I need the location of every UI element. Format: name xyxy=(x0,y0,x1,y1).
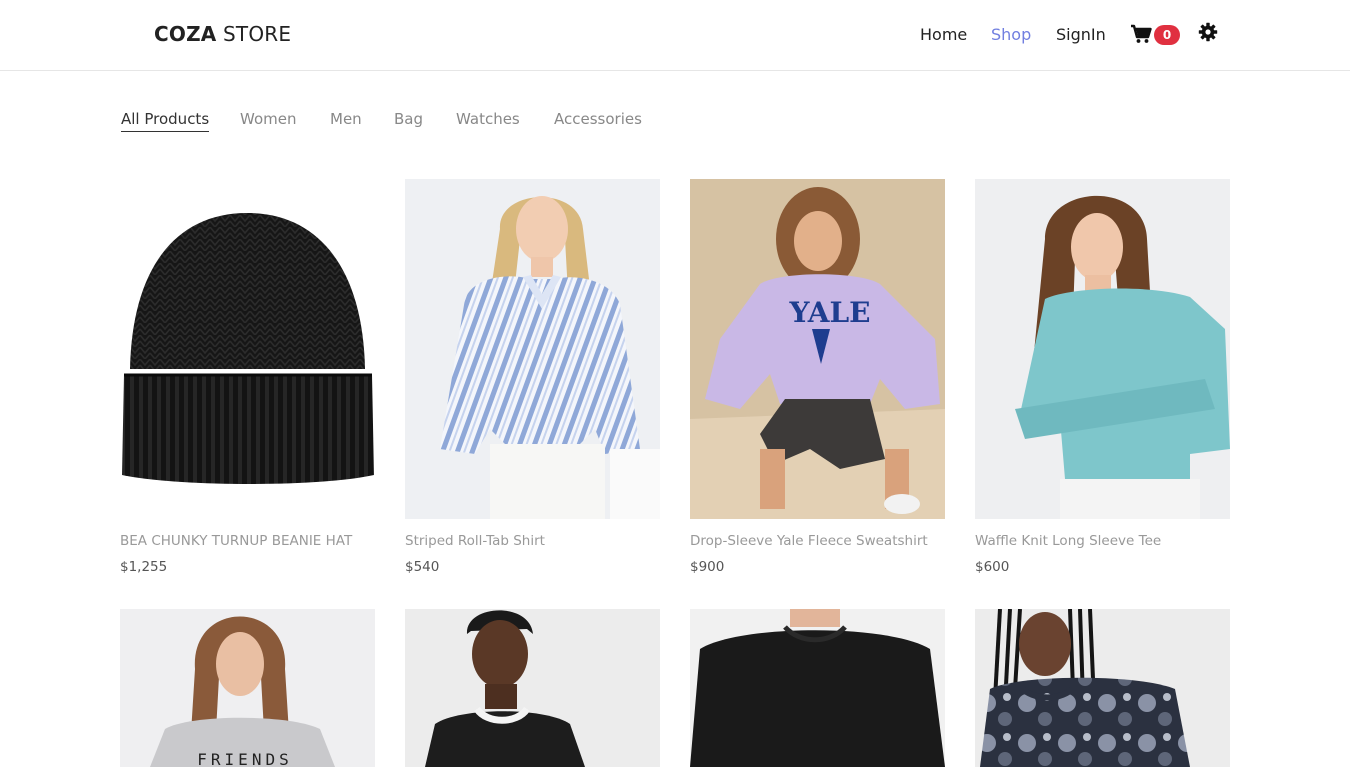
logo-bold-text: COZA xyxy=(154,22,217,46)
cart-button[interactable]: 0 xyxy=(1130,22,1182,48)
product-price: $1,255 xyxy=(120,559,168,575)
product-card[interactable]: FRIENDS xyxy=(120,609,375,767)
product-image-friends-sweatshirt[interactable]: FRIENDS xyxy=(120,609,375,767)
product-card[interactable] xyxy=(405,609,660,767)
nav-signin-link[interactable]: SignIn xyxy=(1056,25,1106,44)
product-card[interactable]: Waffle Knit Long Sleeve Tee $600 xyxy=(975,179,1230,575)
nav-home-link[interactable]: Home xyxy=(920,25,967,44)
product-card[interactable]: Striped Roll-Tab Shirt $540 xyxy=(405,179,660,575)
product-card[interactable] xyxy=(975,609,1230,767)
product-image-black-long-sleeve[interactable] xyxy=(690,609,945,767)
product-image-tie-dye-tee[interactable] xyxy=(975,609,1230,767)
logo-light-text: STORE xyxy=(216,22,292,46)
gear-icon xyxy=(1198,22,1218,42)
nav-shop-link[interactable]: Shop xyxy=(991,25,1031,44)
filter-tab-accessories[interactable]: Accessories xyxy=(554,110,642,131)
product-card[interactable]: BEA CHUNKY TURNUP BEANIE HAT $1,255 xyxy=(120,179,375,575)
top-header: COZA STORE Home Shop SignIn 0 xyxy=(0,0,1350,71)
filter-tab-women[interactable]: Women xyxy=(240,110,296,131)
product-card[interactable] xyxy=(690,609,945,767)
product-image-striped-shirt[interactable] xyxy=(405,179,660,519)
cart-count-badge: 0 xyxy=(1154,25,1180,45)
product-price: $900 xyxy=(690,559,725,575)
product-image-yale-sweatshirt[interactable]: YALE xyxy=(690,179,945,519)
friends-print-text: FRIENDS xyxy=(197,750,292,767)
product-image-ringer-tee[interactable] xyxy=(405,609,660,767)
product-name[interactable]: BEA CHUNKY TURNUP BEANIE HAT xyxy=(120,533,352,549)
filter-tab-men[interactable]: Men xyxy=(330,110,362,131)
product-name[interactable]: Striped Roll-Tab Shirt xyxy=(405,533,545,549)
product-price: $540 xyxy=(405,559,440,575)
filter-tab-all-products[interactable]: All Products xyxy=(121,110,210,132)
product-name[interactable]: Drop-Sleeve Yale Fleece Sweatshirt xyxy=(690,533,928,549)
yale-print-text: YALE xyxy=(789,296,871,329)
product-card[interactable]: YALE Drop-Sleeve Yale Fleece Sweatshirt … xyxy=(690,179,945,575)
filter-tab-watches[interactable]: Watches xyxy=(456,110,520,131)
product-name[interactable]: Waffle Knit Long Sleeve Tee xyxy=(975,533,1161,549)
store-logo[interactable]: COZA STORE xyxy=(154,22,291,46)
shopping-cart-icon xyxy=(1131,24,1152,43)
product-image-beanie[interactable] xyxy=(120,179,375,519)
settings-button[interactable] xyxy=(1198,22,1220,44)
product-image-waffle-tee[interactable] xyxy=(975,179,1230,519)
filter-tab-bag[interactable]: Bag xyxy=(394,110,423,131)
product-price: $600 xyxy=(975,559,1010,575)
